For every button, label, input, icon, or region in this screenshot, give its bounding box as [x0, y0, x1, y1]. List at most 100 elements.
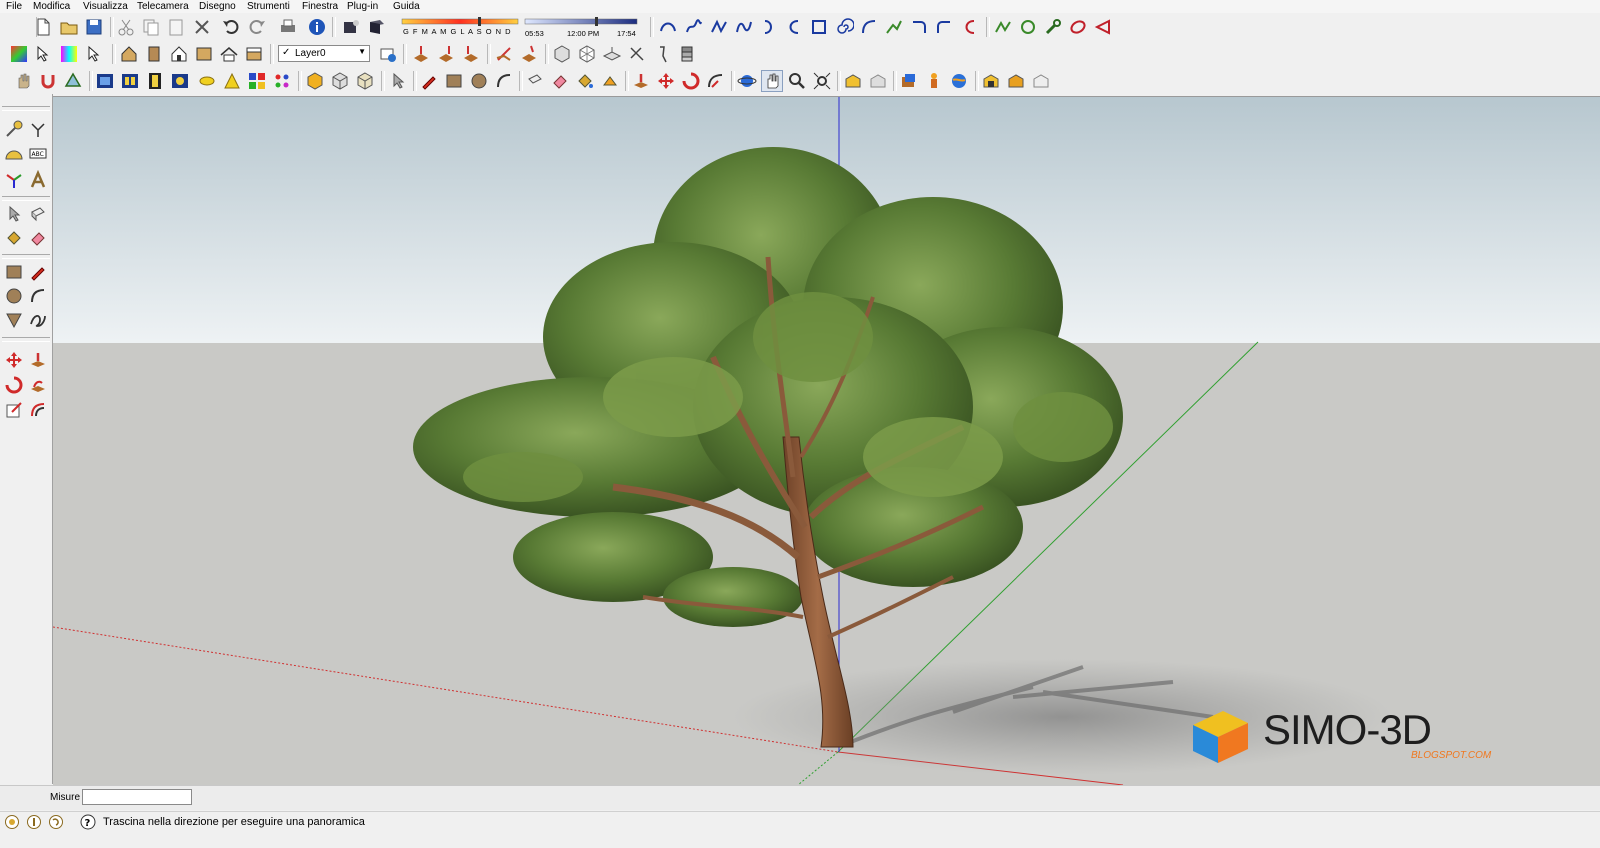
- paste-icon[interactable]: [165, 16, 187, 38]
- warehouse-1-icon[interactable]: [842, 70, 864, 92]
- arc-tool-icon[interactable]: [26, 284, 50, 308]
- curve-4-icon[interactable]: [733, 16, 755, 38]
- measure-input[interactable]: [82, 789, 192, 805]
- box-1-icon[interactable]: [304, 70, 326, 92]
- stack-icon[interactable]: [676, 43, 698, 65]
- move-icon[interactable]: [655, 70, 677, 92]
- sandbox-icon[interactable]: [410, 43, 432, 65]
- freehand-tool-icon[interactable]: [26, 308, 50, 332]
- open-file-icon[interactable]: [58, 16, 80, 38]
- arc-icon[interactable]: [493, 70, 515, 92]
- orbit-icon[interactable]: [736, 70, 758, 92]
- menu-strumenti[interactable]: Strumenti: [244, 0, 293, 13]
- credits-icon[interactable]: [26, 814, 42, 830]
- menu-visualizza[interactable]: Visualizza: [80, 0, 131, 13]
- paint-bucket-icon[interactable]: [574, 70, 596, 92]
- geo-location-icon[interactable]: [4, 814, 20, 830]
- box-2-icon[interactable]: [329, 70, 351, 92]
- component-icon[interactable]: [980, 70, 1002, 92]
- protractor-icon[interactable]: [2, 143, 26, 167]
- curve-11-icon[interactable]: [992, 16, 1014, 38]
- menu-file[interactable]: File: [3, 0, 25, 13]
- eraser-tool-icon[interactable]: [26, 226, 50, 250]
- person-icon-2[interactable]: [651, 43, 673, 65]
- menu-plugin[interactable]: Plug-in: [344, 0, 381, 13]
- curve-9-icon[interactable]: [933, 16, 955, 38]
- teardrop-icon[interactable]: [1092, 16, 1114, 38]
- follow-me-icon[interactable]: [705, 70, 727, 92]
- curve-1-icon[interactable]: [657, 16, 679, 38]
- colour-grid-icon[interactable]: [246, 70, 268, 92]
- paint-tool-icon[interactable]: [2, 226, 26, 250]
- model-info-icon[interactable]: [306, 16, 328, 38]
- sandbox-7-icon[interactable]: [576, 43, 598, 65]
- square-icon[interactable]: [808, 16, 830, 38]
- time-slider-handle[interactable]: [595, 17, 598, 26]
- drawing-viewport[interactable]: SIMO-3D BLOGSPOT.COM: [53, 96, 1600, 785]
- door-icon[interactable]: [143, 43, 165, 65]
- menu-modifica[interactable]: Modifica: [30, 0, 73, 13]
- curve-8-icon[interactable]: [908, 16, 930, 38]
- component-2-icon[interactable]: [1005, 70, 1027, 92]
- follow-paint-icon[interactable]: [599, 70, 621, 92]
- sandbox-6-icon[interactable]: [551, 43, 573, 65]
- circle-tool-icon[interactable]: [2, 284, 26, 308]
- materials-icon[interactable]: [8, 43, 30, 65]
- eraser-icon[interactable]: [549, 70, 571, 92]
- cone-icon[interactable]: [221, 70, 243, 92]
- zoom-icon[interactable]: [786, 70, 808, 92]
- follow-me-tool-icon[interactable]: [26, 373, 50, 397]
- wrench-icon[interactable]: [1042, 16, 1064, 38]
- film-4-icon[interactable]: [169, 70, 191, 92]
- magnet-icon[interactable]: [37, 70, 59, 92]
- scale-tool-icon[interactable]: [2, 398, 26, 422]
- roof-icon[interactable]: [218, 43, 240, 65]
- text-icon[interactable]: ABC: [26, 143, 50, 167]
- save-icon[interactable]: [83, 16, 105, 38]
- extend-icon[interactable]: [62, 70, 84, 92]
- ellipse-icon[interactable]: [1067, 16, 1089, 38]
- menu-finestra[interactable]: Finestra: [299, 0, 341, 13]
- curve-2-icon[interactable]: [683, 16, 705, 38]
- house-icon[interactable]: [118, 43, 140, 65]
- pan-icon[interactable]: [761, 70, 783, 92]
- axis-tool-icon[interactable]: [2, 168, 26, 192]
- tape-measure-icon[interactable]: [2, 118, 26, 142]
- shadow-settings-icon[interactable]: [340, 16, 362, 38]
- film-3-icon[interactable]: [144, 70, 166, 92]
- globe-icon[interactable]: [948, 70, 970, 92]
- spiral-icon[interactable]: [833, 16, 855, 38]
- menu-guida[interactable]: Guida: [390, 0, 423, 13]
- layer-dropdown[interactable]: ✓ Layer0 ▼: [278, 45, 370, 62]
- curve-10-icon[interactable]: [958, 16, 980, 38]
- menu-telecamera[interactable]: Telecamera: [134, 0, 192, 13]
- home-icon[interactable]: [168, 43, 190, 65]
- move-tool-icon[interactable]: [2, 348, 26, 372]
- curve-12-icon[interactable]: [1017, 16, 1039, 38]
- cursor-icon[interactable]: [84, 43, 106, 65]
- help-icon[interactable]: ?: [80, 814, 96, 830]
- shadow-toggle-icon[interactable]: [366, 16, 388, 38]
- sandbox-2-icon[interactable]: [435, 43, 457, 65]
- menu-disegno[interactable]: Disegno: [196, 0, 239, 13]
- arc-2-icon[interactable]: [858, 16, 880, 38]
- component-tool-icon[interactable]: [26, 202, 50, 226]
- share-icon[interactable]: [898, 70, 920, 92]
- select-tool-icon[interactable]: [2, 202, 26, 226]
- rectangle-tool-icon[interactable]: [2, 260, 26, 284]
- pencil-icon[interactable]: [418, 70, 440, 92]
- offset-tool-icon[interactable]: [26, 398, 50, 422]
- user-icon[interactable]: [48, 814, 64, 830]
- sandbox-4-icon[interactable]: [493, 43, 515, 65]
- cut-icon[interactable]: [115, 16, 137, 38]
- palette-icon[interactable]: [271, 70, 293, 92]
- month-slider-handle[interactable]: [478, 17, 481, 26]
- box-3-icon[interactable]: [354, 70, 376, 92]
- select-icon[interactable]: [33, 43, 55, 65]
- sandbox-3-icon[interactable]: [460, 43, 482, 65]
- section-icon[interactable]: [626, 43, 648, 65]
- colour-icon[interactable]: [58, 43, 80, 65]
- sandbox-5-icon[interactable]: [518, 43, 540, 65]
- push-pull-icon[interactable]: [630, 70, 652, 92]
- component-tool-icon-2[interactable]: [524, 70, 546, 92]
